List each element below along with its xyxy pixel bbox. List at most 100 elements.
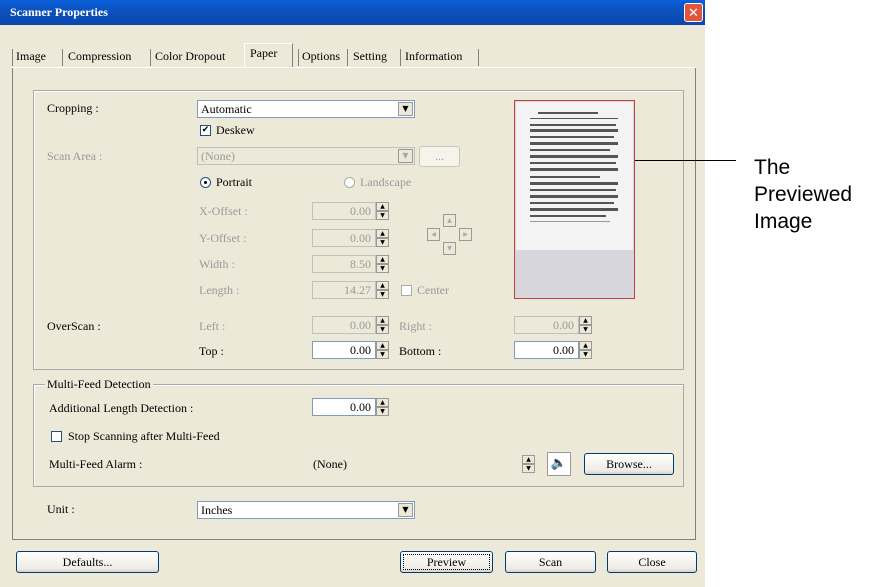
spin-up-icon[interactable]: ▲: [376, 398, 389, 407]
annotation-line-3: Image: [754, 210, 813, 233]
tab-information[interactable]: Information: [405, 47, 462, 67]
length-field[interactable]: 14.27: [312, 281, 376, 299]
window-title: Scanner Properties: [10, 5, 108, 19]
spin-down-icon[interactable]: ▼: [376, 211, 389, 220]
length-label: Length :: [199, 283, 240, 297]
overscan-top-label: Top :: [199, 344, 224, 358]
spin-up-icon[interactable]: ▲: [522, 455, 535, 464]
x-offset-field[interactable]: 0.00: [312, 202, 376, 220]
tab-separator: [478, 49, 479, 66]
annotation-line-1: The: [754, 156, 791, 179]
additional-length-label: Additional Length Detection :: [49, 401, 194, 415]
cropping-select-value: Automatic: [201, 102, 252, 116]
cropping-select[interactable]: Automatic ▼: [197, 100, 415, 118]
scan-button[interactable]: Scan: [505, 551, 596, 573]
tab-paper-label: Paper: [250, 46, 278, 60]
multi-feed-group-title: Multi-Feed Detection: [45, 377, 153, 392]
close-button[interactable]: Close: [607, 551, 697, 573]
spin-down-icon[interactable]: ▼: [376, 290, 389, 299]
close-icon: ✕: [688, 6, 699, 21]
overscan-bottom-label: Bottom :: [399, 344, 442, 358]
preview-image: [514, 100, 635, 299]
cropping-label: Cropping :: [47, 101, 99, 115]
spin-down-icon[interactable]: ▼: [579, 325, 592, 334]
spin-up-icon[interactable]: ▲: [579, 341, 592, 350]
center-checkbox[interactable]: [401, 285, 412, 296]
tab-setting[interactable]: Setting: [353, 47, 387, 67]
overscan-left-label: Left :: [199, 319, 226, 333]
overscan-right-field[interactable]: 0.00: [514, 316, 579, 334]
spin-up-icon[interactable]: ▲: [376, 229, 389, 238]
scan-area-select[interactable]: (None) ▼: [197, 147, 415, 165]
annotation-leader-line: [635, 160, 736, 161]
spin-down-icon[interactable]: ▼: [376, 325, 389, 334]
speaker-play-button[interactable]: 🔈: [547, 452, 571, 476]
chevron-down-icon: ▼: [398, 102, 413, 116]
overscan-left-field[interactable]: 0.00: [312, 316, 376, 334]
overscan-label: OverScan :: [47, 319, 101, 333]
y-offset-field[interactable]: 0.00: [312, 229, 376, 247]
scan-area-label: Scan Area :: [47, 149, 103, 163]
scan-area-more-button[interactable]: ...: [419, 146, 460, 167]
spin-up-icon[interactable]: ▲: [376, 202, 389, 211]
nudge-right-button[interactable]: ▶: [459, 228, 472, 241]
nudge-left-button[interactable]: ◀: [427, 228, 440, 241]
unit-select-value: Inches: [201, 503, 233, 517]
deskew-checkbox[interactable]: ✔: [200, 125, 211, 136]
tab-separator: [62, 49, 63, 66]
unit-label: Unit :: [47, 502, 75, 516]
tab-separator: [12, 49, 13, 66]
chevron-down-icon: ▼: [398, 149, 413, 163]
unit-select[interactable]: Inches ▼: [197, 501, 415, 519]
multi-feed-alarm-label: Multi-Feed Alarm :: [49, 457, 143, 471]
scan-area-select-value: (None): [201, 149, 235, 163]
multi-feed-alarm-spinner[interactable]: ▲ ▼: [522, 455, 535, 473]
spin-up-icon[interactable]: ▲: [376, 281, 389, 290]
spin-up-icon[interactable]: ▲: [376, 255, 389, 264]
center-label: Center: [417, 283, 449, 297]
speaker-icon: 🔈: [550, 456, 568, 471]
spin-up-icon[interactable]: ▲: [579, 316, 592, 325]
spin-down-icon[interactable]: ▼: [376, 238, 389, 247]
overscan-right-label: Right :: [399, 319, 433, 333]
tab-separator: [298, 49, 299, 66]
tab-separator: [150, 49, 151, 66]
title-bar[interactable]: Scanner Properties ✕: [0, 0, 705, 25]
defaults-button[interactable]: Defaults...: [16, 551, 159, 573]
spin-down-icon[interactable]: ▼: [376, 407, 389, 416]
multi-feed-alarm-value: (None): [313, 457, 347, 471]
tab-color-dropout[interactable]: Color Dropout: [155, 47, 225, 67]
overscan-top-field[interactable]: 0.00: [312, 341, 376, 359]
browse-button[interactable]: Browse...: [584, 453, 674, 475]
chevron-down-icon: ▼: [398, 503, 413, 517]
tab-paper-active[interactable]: Paper: [244, 43, 293, 68]
tab-separator: [400, 49, 401, 66]
spin-down-icon[interactable]: ▼: [522, 464, 535, 473]
nudge-down-button[interactable]: ▼: [443, 242, 456, 255]
landscape-radio[interactable]: [344, 177, 355, 188]
annotation-line-2: Previewed: [754, 183, 853, 206]
close-window-button[interactable]: ✕: [684, 3, 703, 22]
y-offset-label: Y-Offset :: [199, 231, 247, 245]
additional-length-field[interactable]: 0.00: [312, 398, 376, 416]
preview-button[interactable]: Preview: [400, 551, 493, 573]
overscan-bottom-field[interactable]: 0.00: [514, 341, 579, 359]
scanner-properties-dialog: Scanner Properties ✕ Image Compression C…: [0, 0, 705, 587]
stop-scanning-checkbox[interactable]: [51, 431, 62, 442]
tab-options[interactable]: Options: [302, 47, 340, 67]
tab-compression[interactable]: Compression: [68, 47, 131, 67]
spin-down-icon[interactable]: ▼: [376, 264, 389, 273]
stop-scanning-label: Stop Scanning after Multi-Feed: [68, 429, 220, 443]
portrait-radio[interactable]: [200, 177, 211, 188]
spin-up-icon[interactable]: ▲: [376, 341, 389, 350]
spin-down-icon[interactable]: ▼: [376, 350, 389, 359]
width-field[interactable]: 8.50: [312, 255, 376, 273]
landscape-label: Landscape: [360, 175, 412, 189]
x-offset-label: X-Offset :: [199, 204, 248, 218]
tab-image[interactable]: Image: [16, 47, 46, 67]
nudge-up-button[interactable]: ▲: [443, 214, 456, 227]
portrait-label: Portrait: [216, 175, 252, 189]
spin-down-icon[interactable]: ▼: [579, 350, 592, 359]
spin-up-icon[interactable]: ▲: [376, 316, 389, 325]
deskew-label: Deskew: [216, 123, 255, 137]
